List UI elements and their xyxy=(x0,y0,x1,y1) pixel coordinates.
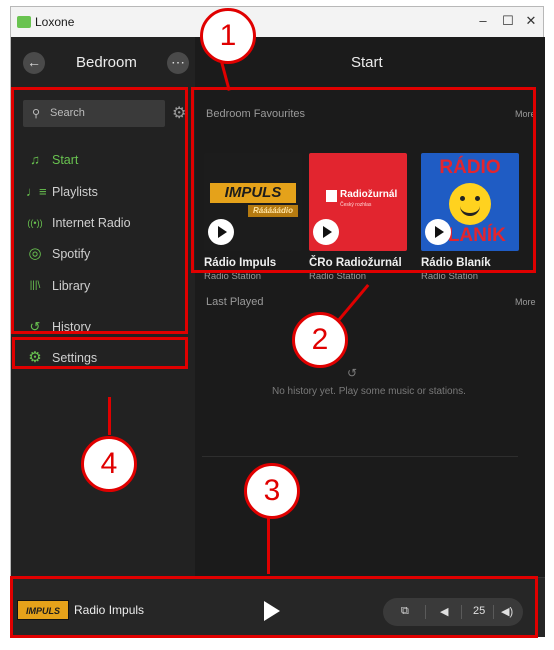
more-options-icon[interactable]: ⋯ xyxy=(167,52,189,74)
annotation-arrow-4 xyxy=(108,397,111,435)
minimize-button[interactable]: – xyxy=(473,13,493,31)
annotation-box-3 xyxy=(10,576,538,638)
maximize-button[interactable]: ☐ xyxy=(498,13,518,31)
empty-history-icon: ↺ xyxy=(347,366,358,380)
annotation-label-4: 4 xyxy=(81,436,137,492)
loxone-app-icon xyxy=(17,16,31,28)
annotation-box-2 xyxy=(191,87,536,273)
annotation-box-1 xyxy=(11,87,188,334)
window-title: Loxone xyxy=(35,15,75,29)
section-divider xyxy=(202,456,518,457)
back-arrow-icon[interactable]: ← xyxy=(23,52,45,74)
title-bar: Loxone – ☐ ✕ xyxy=(11,7,543,37)
annotation-label-2: 2 xyxy=(292,312,348,368)
page-title: Start xyxy=(351,54,383,71)
annotation-box-4 xyxy=(12,337,188,369)
close-button[interactable]: ✕ xyxy=(521,13,541,31)
last-played-title: Last Played xyxy=(206,296,264,308)
annotation-label-1: 1 xyxy=(200,8,256,64)
empty-history-text: No history yet. Play some music or stati… xyxy=(272,386,466,397)
room-title: Bedroom xyxy=(76,54,137,71)
annotation-arrow-3 xyxy=(267,514,270,574)
annotation-label-3: 3 xyxy=(244,463,300,519)
last-played-more-link[interactable]: More xyxy=(515,297,536,307)
